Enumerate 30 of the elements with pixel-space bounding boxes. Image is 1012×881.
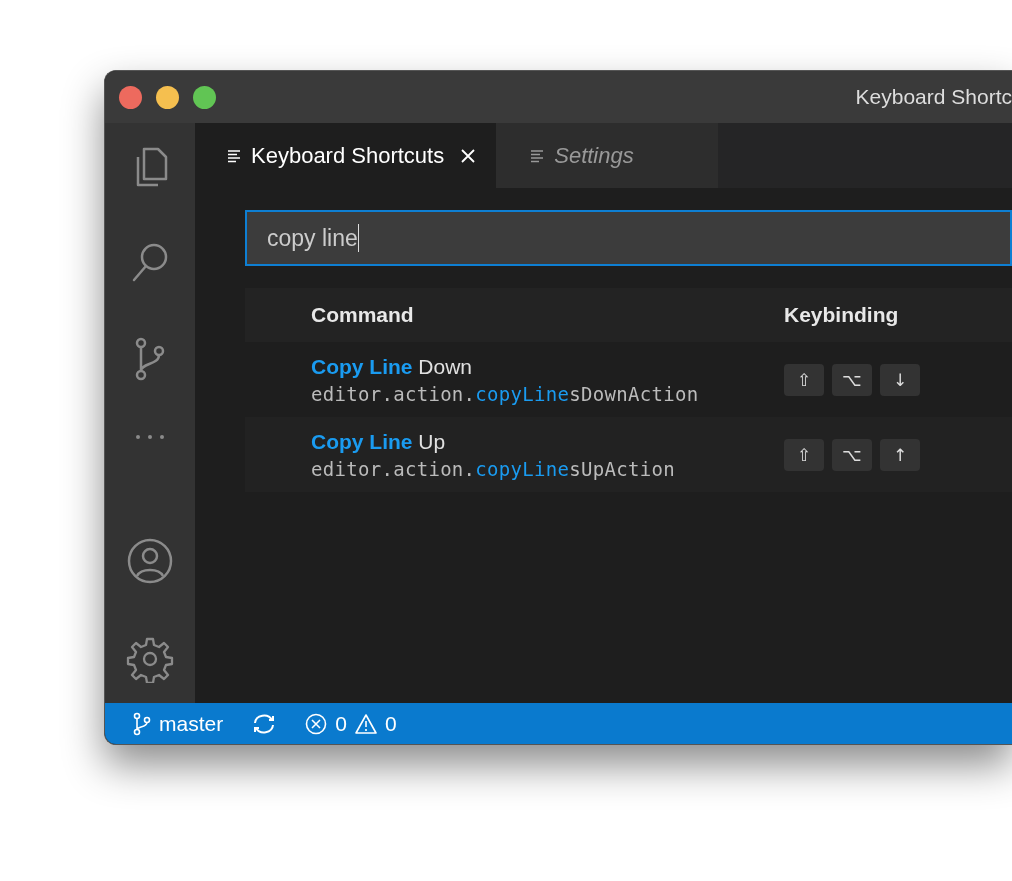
command-id: editor.action.copyLinesDownAction: [311, 382, 700, 405]
command-title: Copy Line Up: [311, 429, 447, 454]
warning-icon: [354, 712, 377, 735]
window-control-button[interactable]: [119, 85, 142, 109]
key-cap: ⇧: [784, 438, 824, 471]
window-title: Keyboard Shortc: [855, 85, 1012, 109]
window-control-button[interactable]: [193, 85, 216, 109]
search-field[interactable]: copy line: [245, 210, 1012, 266]
editor-tab[interactable]: Keyboard Shortcuts: [195, 123, 497, 188]
account-icon[interactable]: [126, 537, 174, 585]
settings-icon[interactable]: [126, 635, 174, 683]
key-cap: ↑: [880, 438, 920, 471]
key-cap: ⌥: [832, 438, 872, 471]
editor-tab[interactable]: Settings: [496, 123, 719, 188]
command-id: editor.action.copyLinesUpAction: [311, 457, 676, 480]
column-header: Command: [311, 303, 415, 327]
lines-icon: [227, 148, 241, 163]
window-control-button[interactable]: [156, 85, 179, 109]
key-cap: ⌥: [832, 363, 872, 396]
problems-item[interactable]: 0 0: [305, 711, 397, 736]
branch-item[interactable]: master: [133, 711, 224, 736]
branch-icon: [133, 711, 151, 736]
table-row[interactable]: Copy Line Up editor.action.copyLinesUpAction ⇧ ⌥ ↑: [245, 417, 1012, 492]
key-cap: ⇧: [784, 363, 824, 396]
key-cap: ↓: [880, 363, 920, 396]
command-title: Copy Line Down: [311, 354, 474, 379]
lines-icon: [530, 148, 545, 163]
error-icon: [305, 712, 328, 735]
column-header: Keybinding: [784, 303, 899, 327]
close-icon[interactable]: [460, 147, 477, 164]
